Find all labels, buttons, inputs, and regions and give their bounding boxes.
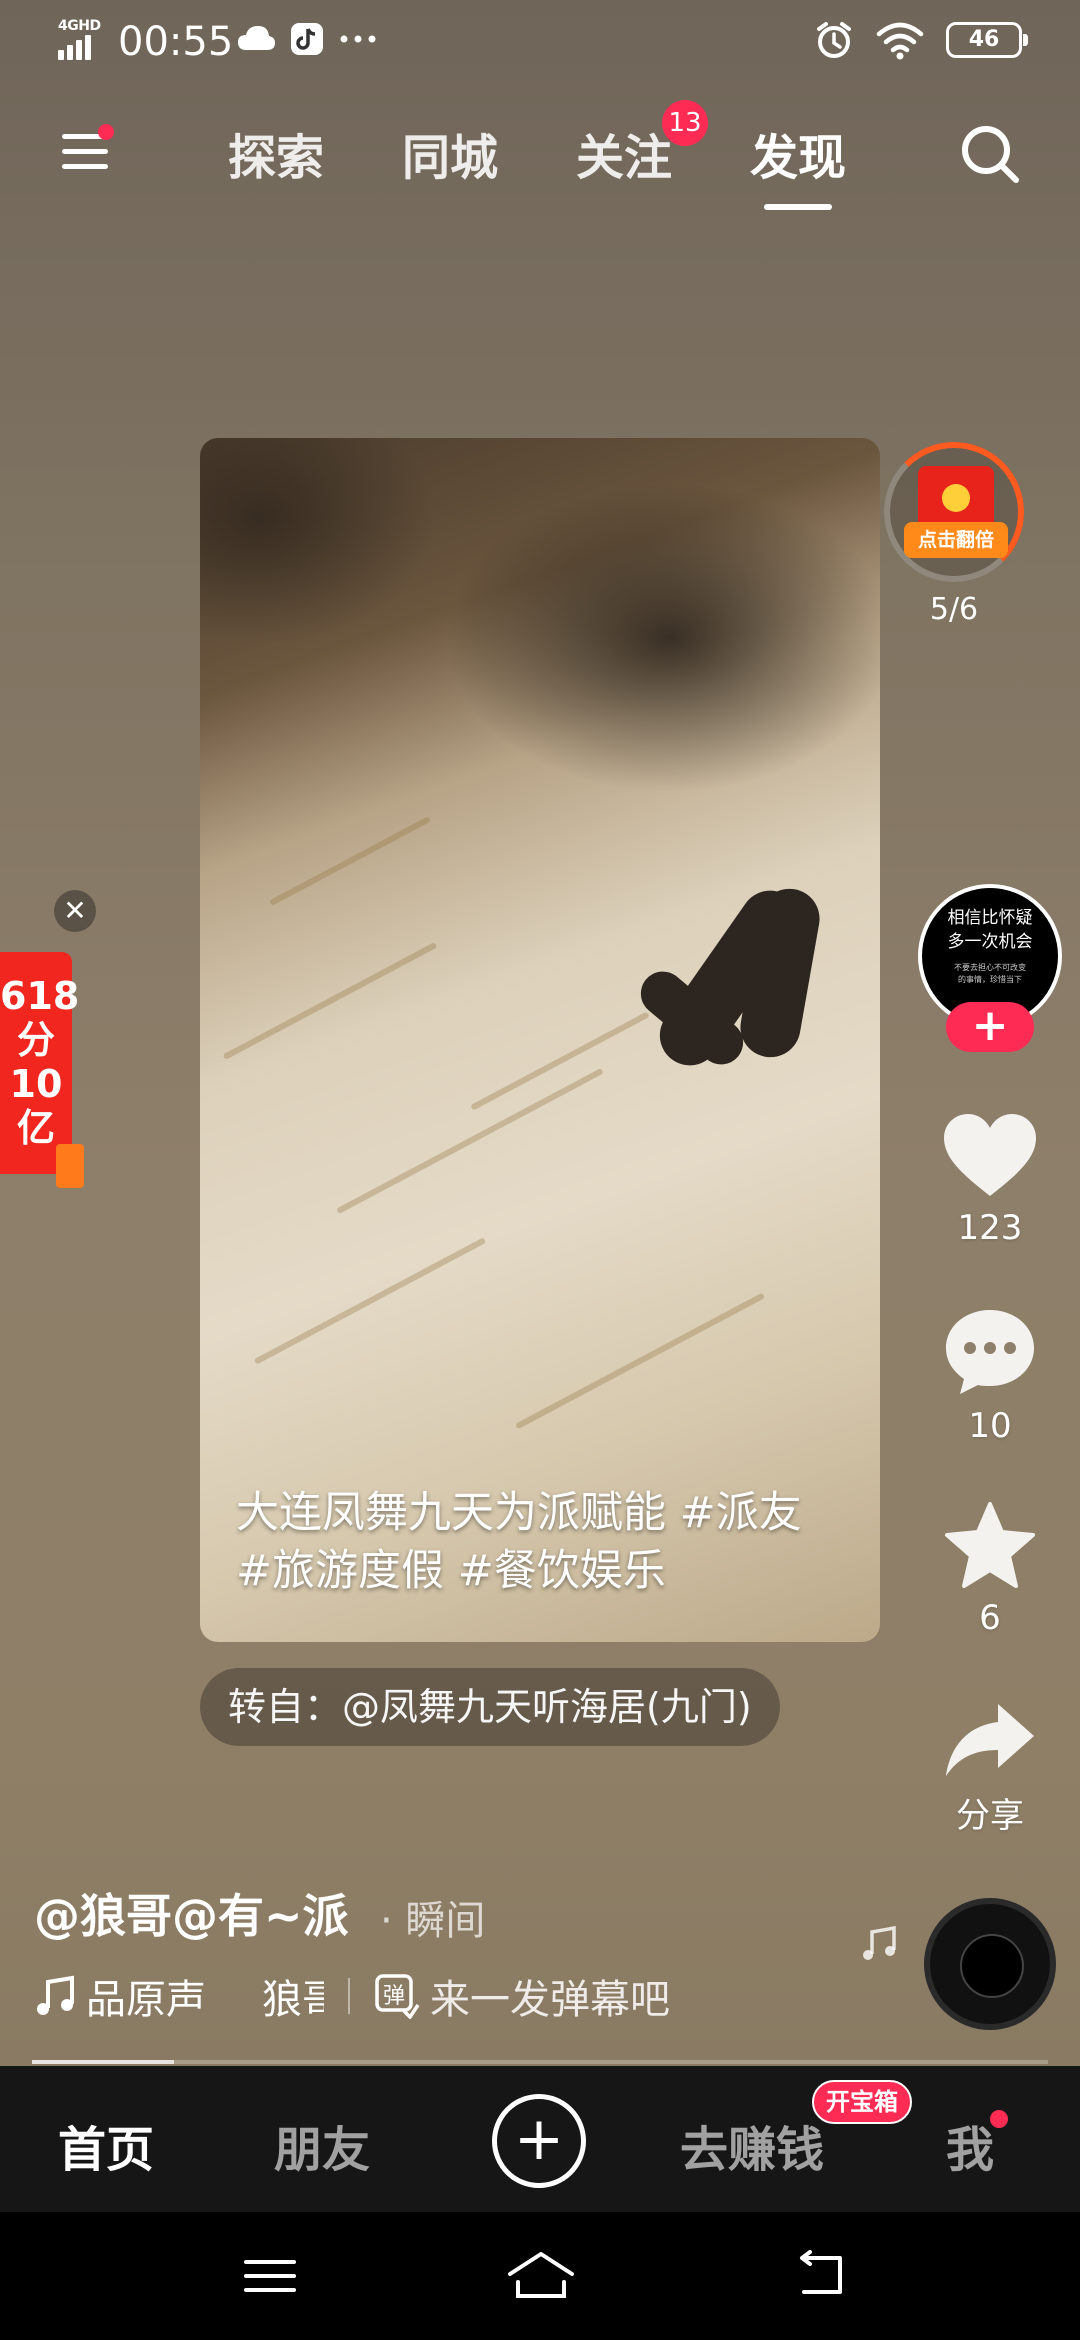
system-navigation-bar [0, 2212, 1080, 2340]
tab-explore[interactable]: 探索 [228, 118, 324, 188]
tab-home[interactable]: 首页 [58, 2110, 154, 2180]
back-icon[interactable] [792, 2248, 852, 2304]
progress-fill [32, 2060, 175, 2064]
share-label: 分享 [956, 1796, 1024, 1836]
menu-button[interactable] [58, 124, 114, 180]
favorite-button[interactable]: 6 [930, 1500, 1050, 1638]
author-name[interactable]: @狼哥@有~派 [34, 1880, 349, 1946]
notification-dot [98, 124, 114, 140]
avatar-text-line2: 多一次机会 [947, 932, 1033, 952]
like-count: 123 [957, 1208, 1023, 1248]
hongbao-progress: 5/6 [929, 592, 979, 627]
divider [348, 1978, 350, 2014]
comment-count: 10 [968, 1406, 1012, 1446]
search-icon[interactable] [958, 122, 1022, 186]
tab-discover[interactable]: 发现 [750, 118, 846, 210]
more-icon [340, 35, 376, 43]
tiktok-notify-icon [291, 23, 323, 55]
video-caption[interactable]: 大连凤舞九天为派赋能 #派友 #旅游度假 #餐饮娱乐 [236, 1484, 836, 1600]
danmu-input[interactable]: 弹 来一发弹幕吧 [374, 1967, 670, 2025]
avatar-small-text: 不要去担心不可改变的事情，珍惜当下 [954, 963, 1026, 984]
favorite-count: 6 [979, 1598, 1001, 1638]
like-button[interactable]: 123 [930, 1112, 1050, 1248]
danmu-placeholder: 来一发弹幕吧 [430, 1977, 670, 2023]
music-author[interactable]: 狼哥 [262, 1967, 324, 2025]
star-icon [945, 1502, 1035, 1588]
tab-friends[interactable]: 朋友 [274, 2110, 370, 2180]
comment-button[interactable]: 10 [930, 1306, 1050, 1446]
close-icon[interactable]: ✕ [54, 890, 96, 932]
create-button[interactable]: + [492, 2094, 586, 2188]
red-envelope-icon [56, 1144, 84, 1188]
video-player[interactable]: 大连凤舞九天为派赋能 #派友 #旅游度假 #餐饮娱乐 [200, 438, 880, 1642]
moment-tag: · 瞬间 [380, 1898, 486, 1944]
repost-source[interactable]: 转自：@凤舞九天听海居(九门) [200, 1668, 780, 1746]
share-button[interactable]: 分享 [930, 1700, 1050, 1837]
me-notification-dot [990, 2110, 1008, 2128]
share-arrow-icon [946, 1704, 1034, 1776]
battery-indicator: 46 [946, 22, 1028, 58]
following-count-badge: 13 [662, 100, 708, 146]
tab-following[interactable]: 关注 [576, 118, 672, 188]
music-row: 品原声 狼哥 弹 来一发弹幕吧 [34, 1966, 670, 2026]
avatar-text-line1: 相信比怀疑 [947, 908, 1033, 928]
bottom-tabbar: 首页 朋友 + 去赚钱 开宝箱 我 [0, 2066, 1080, 2212]
hongbao-label: 点击翻倍 [904, 522, 1008, 558]
music-note-icon [37, 1975, 74, 2015]
alarm-icon [817, 22, 851, 58]
danmu-icon: 弹 [375, 1974, 420, 2019]
network-type: 4GHD [58, 18, 101, 34]
treasure-box-badge: 开宝箱 [812, 2080, 912, 2124]
home-icon[interactable] [506, 2248, 576, 2304]
follow-button[interactable]: + [946, 1002, 1034, 1052]
promo-618-banner[interactable]: 618分10亿 [0, 952, 79, 1174]
hongbao-button[interactable]: 点击翻倍 [884, 442, 1024, 582]
signal-icon: 4GHD [58, 18, 108, 60]
tab-nearby[interactable]: 同城 [402, 118, 498, 188]
recent-apps-icon[interactable] [240, 2248, 300, 2304]
comment-icon [946, 1310, 1034, 1394]
video-progress-bar[interactable] [32, 2060, 1048, 2064]
music-disc-button[interactable] [924, 1898, 1056, 2030]
tab-earn[interactable]: 去赚钱 [680, 2110, 824, 2180]
svg-text:弹: 弹 [383, 1984, 405, 2009]
music-title[interactable]: 品原声 [86, 1967, 206, 2025]
tab-me[interactable]: 我 [946, 2110, 994, 2180]
status-bar: 4GHD 00:55 46 [0, 0, 1080, 84]
top-nav: 探索 同城 关注 13 发现 [0, 100, 1080, 210]
clock: 00:55 [118, 19, 234, 65]
wifi-icon [876, 22, 924, 60]
floating-note-icon [863, 1925, 896, 1960]
heart-icon [944, 1114, 1036, 1196]
cloud-icon [238, 26, 275, 50]
